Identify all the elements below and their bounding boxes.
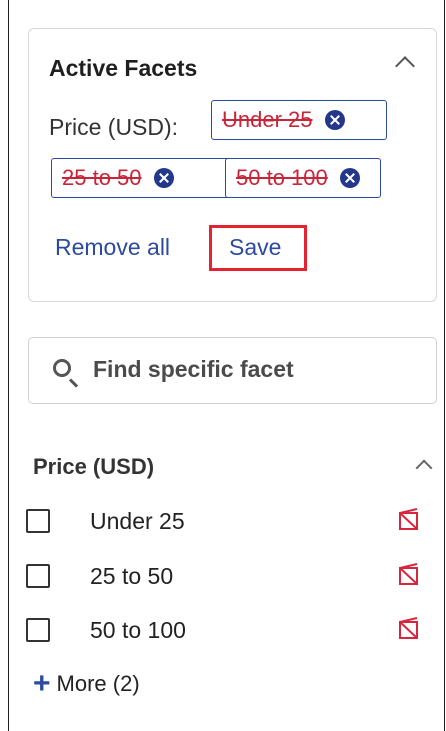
chip-label: 25 to 50 [62,165,142,190]
facet-option-50-to-100[interactable]: 50 to 100 [26,614,426,650]
chip-label: 50 to 100 [236,165,328,190]
price-section-title: Price (USD) [33,454,155,479]
facet-checkbox[interactable] [26,618,50,642]
more-label: More (2) [56,671,140,696]
facet-search-input[interactable] [93,356,413,383]
facet-checkbox[interactable] [26,564,50,588]
exclude-icon[interactable] [398,563,420,587]
remove-chip-icon[interactable] [153,168,174,188]
more-facets-link[interactable]: + More (2) [33,667,140,700]
remove-all-link[interactable]: Remove all [55,234,170,261]
facet-option-25-to-50[interactable]: 25 to 50 [26,560,426,596]
active-facet-chip-25-to-50[interactable]: 25 to 50 [51,158,247,198]
active-facets-card: Active Facets Price (USD): Under 25 25 t… [28,28,437,302]
remove-chip-icon[interactable] [324,110,345,130]
facet-option-under-25[interactable]: Under 25 [26,505,426,541]
search-icon [53,359,71,377]
save-link[interactable]: Save [229,234,281,261]
facet-option-label: Under 25 [90,508,185,534]
exclude-icon[interactable] [398,508,420,532]
price-facet-label: Price (USD): [49,114,179,140]
collapse-chevron-up-icon[interactable] [395,56,415,76]
active-facets-title: Active Facets [49,55,198,81]
active-facet-chip-50-to-100[interactable]: 50 to 100 [225,158,381,198]
exclude-icon[interactable] [398,617,420,641]
chip-label: Under 25 [222,107,313,132]
facet-option-label: 50 to 100 [90,617,186,643]
facet-checkbox[interactable] [26,509,50,533]
remove-chip-icon[interactable] [339,168,360,188]
facet-option-label: 25 to 50 [90,563,174,589]
plus-icon: + [33,667,51,700]
active-facet-chip-under-25[interactable]: Under 25 [211,100,387,140]
facet-search-box[interactable] [28,337,437,404]
